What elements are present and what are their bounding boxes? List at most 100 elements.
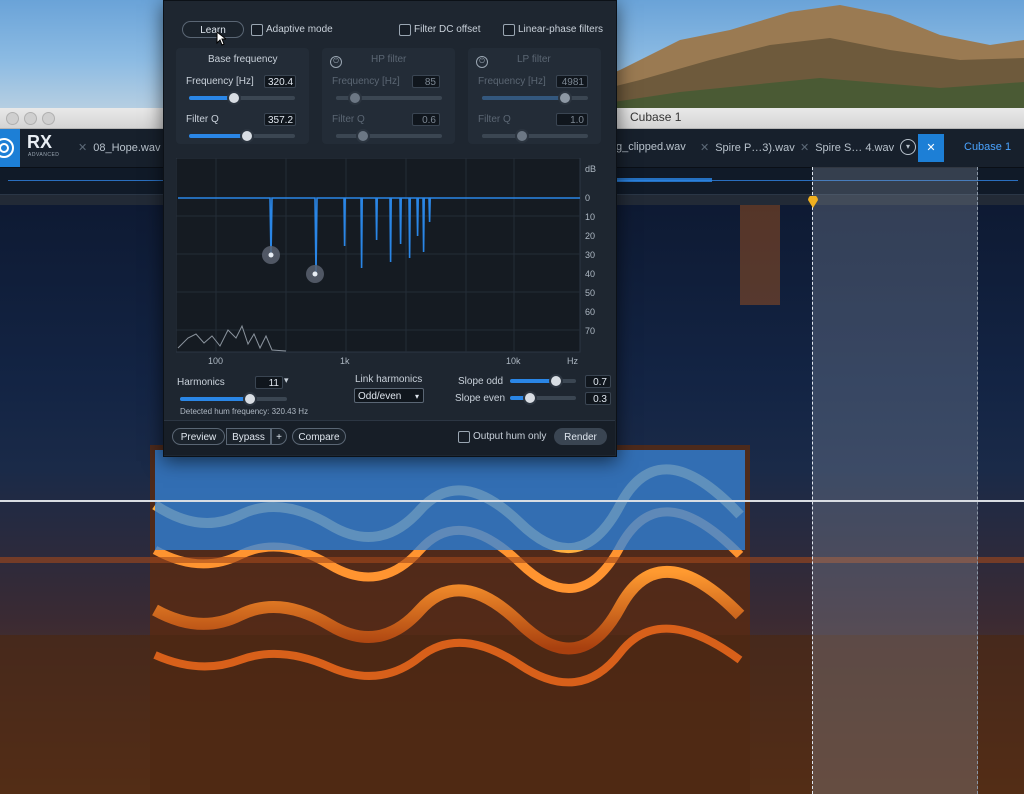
cubase-tab-close-icon[interactable]: ✕ xyxy=(918,134,944,162)
slope-even-label: Slope even xyxy=(455,393,506,404)
lp-freq-slider[interactable] xyxy=(482,91,588,105)
harmonics-label: Harmonics xyxy=(177,377,225,388)
slope-odd-value[interactable]: 0.7 xyxy=(585,375,611,388)
tab-08-hope[interactable]: ✕ 08_Hope.wav xyxy=(78,141,161,154)
slope-even-slider[interactable] xyxy=(510,391,576,405)
slope-odd-slider[interactable] xyxy=(510,374,576,388)
hp-freq-slider[interactable] xyxy=(336,91,442,105)
y-tick-label: 0 xyxy=(585,193,590,203)
lp-q-value[interactable]: 1.0 xyxy=(556,113,588,126)
y-unit-label: dB xyxy=(585,164,596,174)
mountain-image xyxy=(560,5,1024,110)
slider-fill xyxy=(189,134,248,138)
harmonics-chevron-icon[interactable]: ▾ xyxy=(284,375,289,386)
tab-cubase-1[interactable]: Cubase 1 xyxy=(964,141,1011,153)
output-hum-only-checkbox[interactable] xyxy=(458,431,470,443)
filter-response-graph[interactable]: dB 0 10 20 30 40 50 60 70 100 1k 10k Hz xyxy=(176,158,610,368)
preview-button[interactable]: Preview xyxy=(172,428,225,445)
link-harmonics-value: Odd/even xyxy=(358,391,402,402)
hp-filter-title: HP filter xyxy=(371,54,407,65)
base-freq-value[interactable]: 320.4 xyxy=(264,75,296,88)
tab-overflow-chevron-icon[interactable]: ▾ xyxy=(900,139,916,155)
lp-q-slider[interactable] xyxy=(482,129,588,143)
linear-phase-label: Linear-phase filters xyxy=(518,24,604,35)
base-frequency-title: Base frequency xyxy=(208,54,278,65)
output-hum-only-label: Output hum only xyxy=(473,431,547,442)
base-q-label: Filter Q xyxy=(186,114,219,125)
close-icon[interactable]: ✕ xyxy=(78,142,87,154)
harmonics-slider[interactable] xyxy=(180,392,287,406)
x-tick-label: 100 xyxy=(208,356,223,366)
hp-q-label: Filter Q xyxy=(332,114,365,125)
base-q-slider[interactable] xyxy=(189,129,295,143)
hp-filter-power-icon[interactable]: ⏻ xyxy=(330,56,342,68)
slider-knob[interactable] xyxy=(226,91,241,105)
y-tick-label: 20 xyxy=(585,231,595,241)
tab-spire-p[interactable]: ✕ Spire P…3).wav xyxy=(700,141,795,154)
hp-q-value[interactable]: 0.6 xyxy=(412,113,440,126)
x-tick-label: 1k xyxy=(340,356,350,366)
hp-freq-value[interactable]: 85 xyxy=(412,75,440,88)
tab-label: Spire S… 4.wav xyxy=(815,142,895,154)
filter-dc-label: Filter DC offset xyxy=(414,24,481,35)
tab-label: g_clipped.wav xyxy=(616,141,686,153)
learn-button[interactable]: Learn xyxy=(182,21,244,38)
hp-freq-label: Frequency [Hz] xyxy=(332,76,400,87)
y-tick-label: 10 xyxy=(585,212,595,222)
slider-knob[interactable] xyxy=(355,129,370,143)
y-tick-label: 60 xyxy=(585,307,595,317)
chevron-down-icon: ▾ xyxy=(414,392,419,401)
link-harmonics-dropdown[interactable]: Odd/even ▾ xyxy=(354,388,424,403)
slider-fill xyxy=(180,397,250,401)
slope-even-value[interactable]: 0.3 xyxy=(585,392,611,405)
compare-button[interactable]: Compare xyxy=(292,428,346,445)
window-title: Cubase 1 xyxy=(630,110,682,124)
lp-q-label: Filter Q xyxy=(478,114,511,125)
tab-label: 08_Hope.wav xyxy=(93,142,161,154)
y-tick-label: 30 xyxy=(585,250,595,260)
close-icon[interactable]: ✕ xyxy=(700,142,709,154)
tab-label: Spire P…3).wav xyxy=(715,142,795,154)
lp-filter-title: LP filter xyxy=(517,54,551,65)
y-tick-label: 40 xyxy=(585,269,595,279)
base-freq-label: Frequency [Hz] xyxy=(186,76,254,87)
adaptive-mode-checkbox[interactable] xyxy=(251,24,263,36)
slider-knob[interactable] xyxy=(348,91,363,105)
slider-knob[interactable] xyxy=(522,391,537,405)
detected-hum-frequency: Detected hum frequency: 320.43 Hz xyxy=(180,407,309,416)
window-zoom-button[interactable] xyxy=(42,112,55,125)
link-harmonics-label: Link harmonics xyxy=(355,374,423,385)
time-selection[interactable] xyxy=(812,167,978,794)
base-q-value[interactable]: 357.2 xyxy=(264,113,296,126)
tab-spire-s[interactable]: ✕ Spire S… 4.wav xyxy=(800,141,894,154)
app-logo-subtext: ADVANCED xyxy=(28,152,60,158)
center-line xyxy=(0,500,1024,502)
slope-odd-label: Slope odd xyxy=(458,376,504,387)
slider-fill xyxy=(482,96,565,100)
app-logo-text: RX xyxy=(27,132,53,152)
y-tick-label: 70 xyxy=(585,326,595,336)
window-close-button[interactable] xyxy=(6,112,19,125)
mouse-cursor-icon xyxy=(216,31,226,46)
close-icon[interactable]: ✕ xyxy=(800,142,809,154)
lp-freq-value[interactable]: 4981 xyxy=(556,75,588,88)
window-minimize-button[interactable] xyxy=(24,112,37,125)
bypass-button[interactable]: Bypass xyxy=(226,428,271,445)
tab-clipped[interactable]: g_clipped.wav xyxy=(616,141,686,153)
hp-q-slider[interactable] xyxy=(336,129,442,143)
playhead-marker-icon[interactable] xyxy=(807,196,819,208)
x-unit-label: Hz xyxy=(567,356,578,366)
slider-knob[interactable] xyxy=(557,91,572,105)
y-tick-label: 50 xyxy=(585,288,595,298)
x-tick-label: 10k xyxy=(506,356,521,366)
slider-knob[interactable] xyxy=(242,392,257,406)
harmonics-value[interactable]: 11 xyxy=(255,376,283,389)
rx-logo-icon xyxy=(0,129,20,167)
lp-freq-label: Frequency [Hz] xyxy=(478,76,546,87)
render-button[interactable]: Render xyxy=(554,428,607,445)
filter-dc-checkbox[interactable] xyxy=(399,24,411,36)
lp-filter-power-icon[interactable]: ⏻ xyxy=(476,56,488,68)
base-freq-slider[interactable] xyxy=(189,91,295,105)
adaptive-mode-label: Adaptive mode xyxy=(266,24,333,35)
linear-phase-checkbox[interactable] xyxy=(503,24,515,36)
